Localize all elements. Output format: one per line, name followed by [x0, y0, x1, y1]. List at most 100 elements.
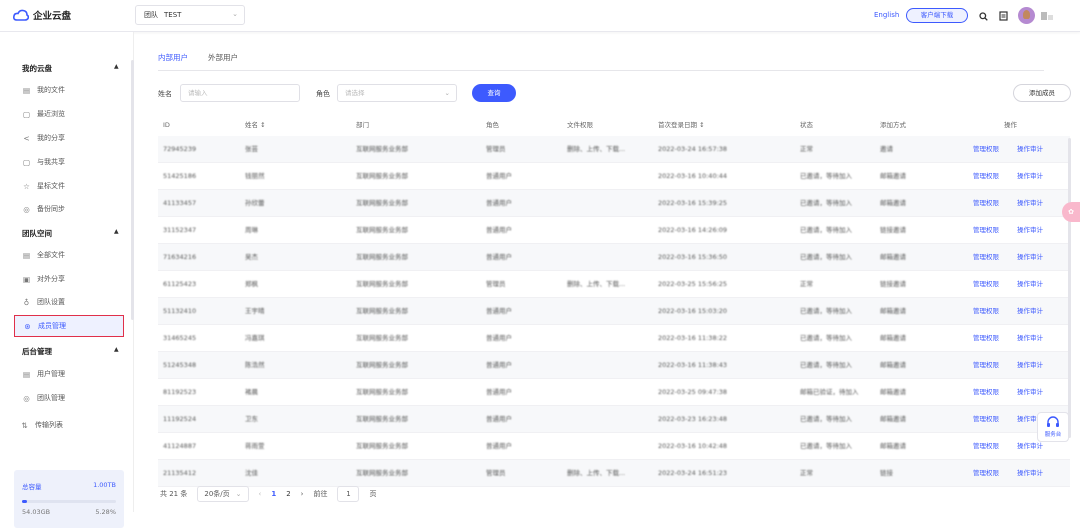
client-download-button[interactable]: 客户端下载 [906, 8, 968, 23]
sidebar-item-label: 我的文件 [37, 86, 65, 94]
sidebar-item-my-shares[interactable]: < 我的分享 [14, 127, 124, 149]
audit-log-link[interactable]: 操作审计 [1017, 460, 1043, 487]
manage-permission-link[interactable]: 管理权限 [973, 271, 999, 298]
goto-page-input[interactable]: 1 [337, 486, 360, 502]
manage-permission-link[interactable]: 管理权限 [973, 244, 999, 271]
table-cell: 邮箱邀请 [880, 442, 906, 450]
collapse-icon[interactable]: ▲ [114, 346, 119, 353]
audit-log-link[interactable]: 操作审计 [1017, 352, 1043, 379]
role-filter-select[interactable]: 请选择 ⌄ [337, 84, 457, 102]
table-cell [567, 325, 652, 352]
sidebar-item-shared-with-me[interactable]: ▢ 与我共享 [14, 151, 124, 173]
manage-permission-link[interactable]: 管理权限 [973, 352, 999, 379]
name-filter-input[interactable]: 请输入 [180, 84, 300, 102]
page-2[interactable]: 2 [286, 490, 290, 498]
table-cell: 吴杰 [245, 253, 258, 261]
audit-log-link[interactable]: 操作审计 [1017, 379, 1043, 406]
table-scrollbar[interactable] [1068, 138, 1071, 438]
sidebar-item-team-settings[interactable]: ♁ 团队设置 [14, 291, 124, 313]
table-cell: 孙欣蕾 [245, 199, 265, 207]
page-1[interactable]: 1 [271, 490, 276, 498]
table-cell: 2022-03-16 14:26:09 [658, 226, 728, 234]
sidebar-item-my-files[interactable]: ▤ 我的文件 [14, 79, 124, 101]
audit-log-link[interactable]: 操作审计 [1017, 271, 1043, 298]
team-manage-icon: ◎ [23, 393, 30, 403]
audit-log-link[interactable]: 操作审计 [1017, 325, 1043, 352]
section-title: 团队空间 [22, 229, 52, 238]
sidebar-item-member-management[interactable]: ⊛ 成员管理 [14, 315, 124, 337]
main-content: 内部用户 外部用户 姓名 请输入 角色 请选择 ⌄ 查询 添加成员 ID 姓名 … [134, 32, 1080, 512]
logo[interactable]: 企业云盘 [13, 8, 71, 22]
audit-log-link[interactable]: 操作审计 [1017, 163, 1043, 190]
table-cell: 已邀请，等待加入 [800, 334, 852, 342]
table-cell: 11192524 [163, 415, 197, 423]
page-size-select[interactable]: 20条/页 ⌄ [197, 486, 249, 502]
add-member-button[interactable]: 添加成员 [1013, 84, 1071, 102]
storage-progress-fill [22, 500, 27, 503]
query-button[interactable]: 查询 [472, 84, 516, 102]
service-desk-button[interactable]: 服务台 [1037, 412, 1069, 442]
section-my-cloud[interactable]: 我的云盘 ▲ [22, 63, 119, 74]
sidebar-item-transfer-list[interactable]: ⇅ 传输列表 [14, 414, 124, 436]
role-filter-label: 角色 [316, 90, 330, 98]
table-cell: 互联网服务业务部 [356, 172, 408, 180]
column-header-name[interactable]: 姓名 ↕ [245, 114, 266, 136]
language-switch[interactable]: English [874, 11, 899, 19]
table-cell [567, 190, 652, 217]
column-header-first-login[interactable]: 首次登录日期 ↕ [658, 114, 705, 136]
table-cell: 2022-03-16 10:40:44 [658, 172, 728, 180]
manage-permission-link[interactable]: 管理权限 [973, 325, 999, 352]
table-cell: 2022-03-25 09:47:38 [658, 388, 728, 396]
manage-permission-link[interactable]: 管理权限 [973, 136, 999, 163]
manage-permission-link[interactable]: 管理权限 [973, 163, 999, 190]
table-cell: 链接 [880, 469, 893, 477]
column-header-add-method: 添加方式 [880, 121, 906, 129]
table-cell: 互联网服务业务部 [356, 226, 408, 234]
manage-permission-link[interactable]: 管理权限 [973, 379, 999, 406]
search-icon[interactable] [976, 9, 990, 23]
sidebar-item-starred[interactable]: ☆ 星标文件 [14, 175, 124, 197]
sidebar-item-recent[interactable]: ▢ 最近浏览 [14, 103, 124, 125]
table-cell: 蒋雨萱 [245, 442, 265, 450]
audit-log-link[interactable]: 操作审计 [1017, 298, 1043, 325]
page-size-value: 20条/页 [204, 490, 230, 498]
team-select[interactable]: 团队 TEST ⌄ [135, 5, 245, 25]
table-cell: 正常 [800, 145, 813, 153]
org-switch-icon[interactable] [1040, 9, 1054, 23]
sidebar-item-label: 团队设置 [37, 298, 65, 306]
manage-permission-link[interactable]: 管理权限 [973, 217, 999, 244]
column-header-file-permission: 文件权限 [567, 121, 593, 129]
table-row: 51425186 钱丽然 互联网服务业务部 普通用户 2022-03-16 10:40:… [158, 163, 1070, 190]
app-name: 企业云盘 [33, 11, 72, 22]
next-page-icon[interactable]: › [301, 490, 304, 498]
sidebar-item-user-management[interactable]: ▤ 用户管理 [14, 363, 124, 385]
storage-progress-bar [22, 500, 116, 503]
audit-log-link[interactable]: 操作审计 [1017, 244, 1043, 271]
manage-permission-link[interactable]: 管理权限 [973, 406, 999, 433]
audit-log-link[interactable]: 操作审计 [1017, 136, 1043, 163]
floating-assistant-icon[interactable]: ✿ [1062, 202, 1080, 222]
storage-total: 1.00TB [93, 481, 116, 489]
tab-internal-users[interactable]: 内部用户 [158, 52, 188, 71]
sidebar-item-team-management[interactable]: ◎ 团队管理 [14, 387, 124, 409]
audit-log-link[interactable]: 操作审计 [1017, 190, 1043, 217]
sidebar-item-label: 星标文件 [37, 182, 65, 190]
section-team-space[interactable]: 团队空间 ▲ [22, 228, 119, 239]
prev-page-icon[interactable]: ‹ [259, 490, 262, 498]
sidebar-item-external-share[interactable]: ▣ 对外分享 [14, 268, 124, 290]
collapse-icon[interactable]: ▲ [114, 228, 119, 235]
manage-permission-link[interactable]: 管理权限 [973, 460, 999, 487]
table-row: 41133457 孙欣蕾 互联网服务业务部 普通用户 2022-03-16 15:39:… [158, 190, 1070, 217]
sidebar-item-all-files[interactable]: ▤ 全部文件 [14, 244, 124, 266]
manage-permission-link[interactable]: 管理权限 [973, 298, 999, 325]
audit-log-link[interactable]: 操作审计 [1017, 217, 1043, 244]
tab-external-users[interactable]: 外部用户 [208, 52, 238, 71]
collapse-icon[interactable]: ▲ [114, 63, 119, 70]
sidebar-item-backup-sync[interactable]: ◎ 备份同步 [14, 198, 124, 220]
avatar[interactable] [1018, 7, 1035, 24]
manage-permission-link[interactable]: 管理权限 [973, 433, 999, 460]
manage-permission-link[interactable]: 管理权限 [973, 190, 999, 217]
section-admin[interactable]: 后台管理 ▲ [22, 346, 119, 357]
document-icon[interactable] [996, 9, 1010, 23]
table-cell: 2022-03-24 16:57:38 [658, 145, 728, 153]
